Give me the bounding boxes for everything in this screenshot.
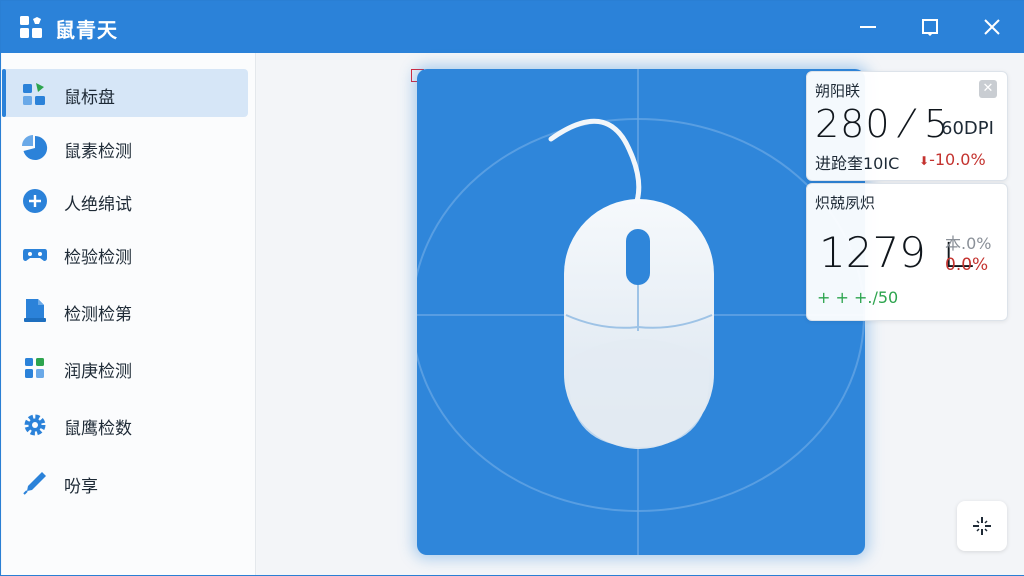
- maximize-button[interactable]: [907, 9, 953, 45]
- sidebar: 鼠标盘 鼠素检测 人绝绵试 检验检测 检测检第 润庚检测 鼠鹰检数 吩享: [2, 53, 256, 575]
- sidebar-item-mouse-test[interactable]: 鼠素检测: [2, 123, 248, 171]
- app-window: 鼠青天 鼠标盘 鼠素检测 人绝绵试 检验检测 检测检第 润庚检测 鼠鹰检数 吩享…: [0, 0, 1024, 576]
- sidebar-item-report[interactable]: 检测检第: [2, 286, 248, 334]
- gear-icon: [24, 414, 46, 436]
- percent-bottom: 0.0%: [945, 255, 989, 275]
- sidebar-item-share[interactable]: 吩享: [2, 458, 248, 506]
- sidebar-item-verify[interactable]: 检验检测: [2, 229, 248, 277]
- close-button[interactable]: [969, 9, 1015, 45]
- mouse-illustration: [417, 69, 865, 555]
- dashboard-icon: [23, 83, 45, 105]
- center-cursor-button[interactable]: [957, 501, 1007, 551]
- sidebar-item-label: 鼠鹰检数: [64, 419, 132, 439]
- card-title: 朔阳眹: [815, 82, 861, 100]
- stat-card-clicks: 炽兢夙炽 1279 ∟ 本.0% 0.0% + + +./50: [806, 183, 1008, 321]
- sidebar-item-label: 人绝绵试: [64, 195, 132, 215]
- pie-chart-icon: [22, 135, 48, 160]
- sidebar-item-label: 吩享: [64, 477, 98, 497]
- delta-value: -10.0%: [929, 150, 986, 169]
- arrow-down-icon: ⬇: [919, 154, 930, 168]
- document-icon: [24, 299, 46, 322]
- sidebar-item-tools[interactable]: 润庚检测: [2, 343, 248, 391]
- minimize-button[interactable]: [845, 9, 891, 45]
- dpi-value: 280 ⁄ 5: [815, 102, 950, 146]
- title-bar: 鼠青天: [1, 1, 1024, 53]
- mouse-test-area[interactable]: [417, 69, 865, 555]
- sidebar-item-label: 检测检第: [64, 305, 132, 325]
- sidebar-item-label: 鼠标盘: [64, 88, 115, 108]
- crosshair-icon: [973, 517, 991, 535]
- minimize-icon: [860, 26, 876, 28]
- rate-label: 进跄奎10IC: [815, 154, 900, 173]
- maximize-icon: [922, 19, 938, 36]
- sidebar-item-dashboard[interactable]: 鼠标盘: [2, 69, 248, 117]
- gamepad-icon: [23, 249, 47, 261]
- clicks-footer: + + +./50: [817, 288, 899, 307]
- close-icon: [984, 19, 1000, 35]
- stat-card-dpi: 朔阳眹 ✕ 280 ⁄ 5 60DPI 进跄奎10IC ⬇-10.0%: [806, 71, 1008, 181]
- dpi-unit: 60DPI: [941, 118, 994, 139]
- card-close-button[interactable]: ✕: [979, 80, 997, 98]
- sidebar-item-settings[interactable]: 鼠鹰检数: [2, 400, 248, 448]
- percent-top: 本.0%: [945, 234, 992, 253]
- plus-circle-icon: [23, 189, 47, 213]
- sidebar-item-label: 检验检测: [64, 248, 132, 268]
- puzzle-icon: [25, 358, 44, 378]
- sidebar-item-label: 润庚检测: [64, 362, 132, 382]
- sidebar-item-add-test[interactable]: 人绝绵试: [2, 176, 248, 224]
- share-icon: [23, 472, 46, 495]
- main-content: 朔阳眹 ✕ 280 ⁄ 5 60DPI 进跄奎10IC ⬇-10.0% 炽兢夙炽…: [257, 53, 1024, 575]
- sidebar-item-label: 鼠素检测: [64, 142, 132, 162]
- app-title: 鼠青天: [55, 18, 118, 42]
- delta-negative: ⬇-10.0%: [919, 150, 986, 169]
- app-logo-icon: [20, 16, 42, 38]
- card-title: 炽兢夙炽: [815, 194, 876, 212]
